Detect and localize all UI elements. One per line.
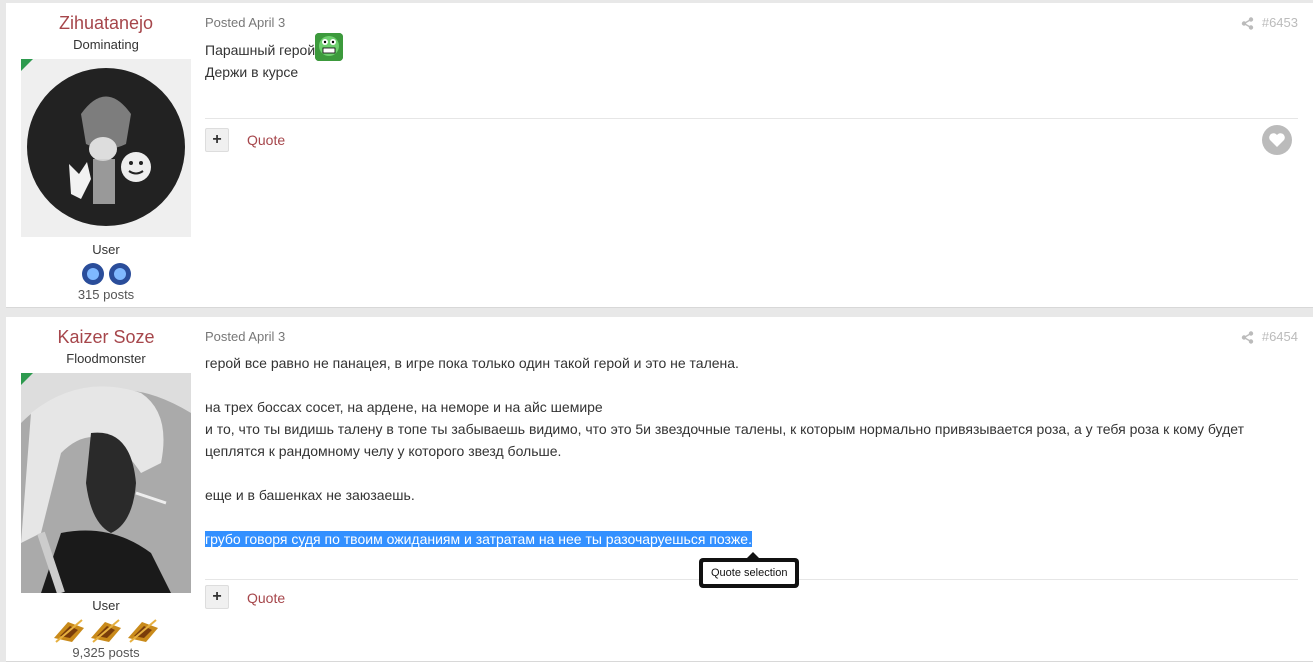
- post-number-link[interactable]: #6453: [1262, 15, 1298, 30]
- post-line: герой все равно не панацея, в игре пока …: [205, 355, 739, 371]
- quote-selection-button[interactable]: Quote selection: [703, 562, 796, 584]
- avatar[interactable]: [21, 59, 191, 237]
- emoji-icon: [315, 33, 344, 62]
- post-count: 9,325 posts: [72, 645, 140, 660]
- post-line: на трех боссах сосет, на ардене, на немо…: [205, 399, 603, 415]
- post-content: Posted April 3 #6453 Парашный герой Держ…: [205, 3, 1298, 307]
- badge-icon: [128, 619, 158, 643]
- divider: [205, 118, 1298, 119]
- author-panel: Kaizer Soze Floodmonster User 9,325 post…: [21, 317, 191, 662]
- post-body: Парашный герой Держи в курсе: [205, 33, 1258, 83]
- badge-icon: [54, 619, 84, 643]
- selected-text[interactable]: грубо говоря судя по твоим ожиданиям и з…: [205, 531, 752, 547]
- badges: [21, 618, 191, 644]
- badges: [21, 262, 191, 286]
- post-content: Posted April 3 #6454 герой все равно не …: [205, 317, 1298, 661]
- author-name-link[interactable]: Kaizer Soze: [21, 326, 191, 348]
- share-icon[interactable]: [1241, 17, 1254, 30]
- post-date[interactable]: Posted April 3: [205, 329, 285, 344]
- post-number-link[interactable]: #6454: [1262, 329, 1298, 344]
- post-6453: Zihuatanejo Dominating User 315 posts Po…: [6, 3, 1313, 308]
- post-6454: Kaizer Soze Floodmonster User 9,325 post…: [6, 317, 1313, 662]
- multiquote-button[interactable]: +: [205, 128, 229, 152]
- post-count: 315 posts: [77, 287, 135, 302]
- author-rank: Floodmonster: [66, 351, 146, 366]
- like-button[interactable]: [1262, 125, 1292, 155]
- author-rank: Dominating: [73, 37, 139, 52]
- badge-icon: [81, 263, 104, 285]
- post-line: и то, что ты видишь талену в топе ты заб…: [205, 421, 1244, 437]
- online-indicator: [21, 373, 33, 385]
- author-name-link[interactable]: Zihuatanejo: [21, 12, 191, 34]
- member-group: User: [92, 242, 120, 257]
- post-line: цеплятся к рандомному челу у которого зв…: [205, 443, 562, 459]
- post-date[interactable]: Posted April 3: [205, 15, 285, 30]
- quote-button[interactable]: Quote: [247, 590, 285, 606]
- post-line: Держи в курсе: [205, 64, 299, 81]
- post-line: Парашный герой: [205, 33, 1258, 62]
- post-body: герой все равно не панацея, в игре пока …: [205, 352, 1258, 550]
- multiquote-button[interactable]: +: [205, 585, 229, 609]
- quote-selection-popup: Quote selection: [699, 552, 800, 588]
- online-indicator: [21, 59, 33, 71]
- author-panel: Zihuatanejo Dominating User 315 posts: [21, 3, 191, 304]
- share-icon[interactable]: [1241, 331, 1254, 344]
- post-line: грубо говоря судя по твоим ожиданиям и з…: [205, 528, 1258, 550]
- member-group: User: [92, 598, 120, 613]
- avatar[interactable]: [21, 373, 191, 593]
- post-line: еще и в башенках не заюзаешь.: [205, 487, 415, 503]
- badge-icon: [91, 619, 121, 643]
- heart-icon: [1269, 133, 1285, 147]
- badge-icon: [108, 263, 131, 285]
- quote-button[interactable]: Quote: [247, 132, 285, 148]
